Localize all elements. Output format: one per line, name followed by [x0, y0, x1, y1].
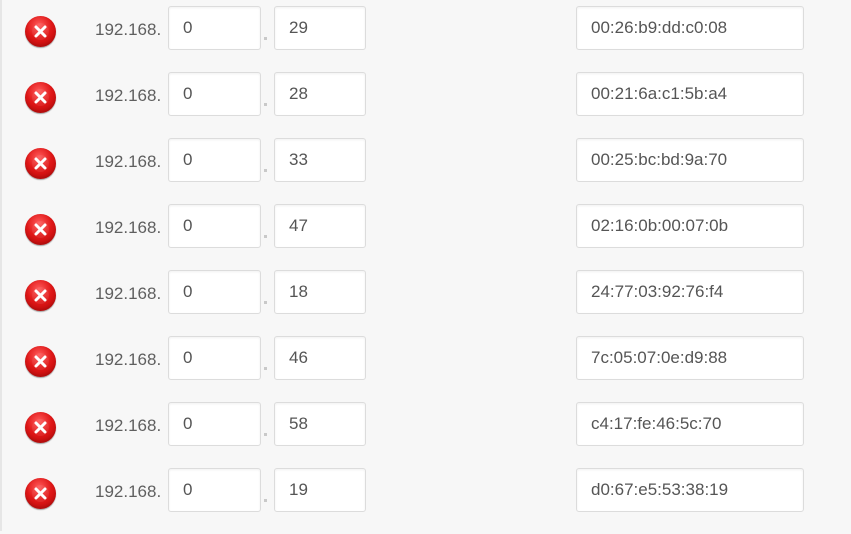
ip-octet4-input[interactable]	[274, 336, 366, 380]
reservation-row: 192.168.	[0, 336, 851, 402]
reservation-row: 192.168.	[0, 204, 851, 270]
ip-separator-dot	[264, 37, 267, 40]
ip-prefix-label: 192.168.	[95, 416, 162, 435]
ip-separator-dot	[264, 433, 267, 436]
ip-prefix-label: 192.168.	[95, 482, 162, 501]
ip-octet4-input[interactable]	[274, 6, 366, 50]
delete-reservation-button[interactable]	[25, 280, 56, 311]
delete-reservation-button[interactable]	[25, 148, 56, 179]
mac-address-input[interactable]	[576, 204, 804, 248]
reservation-row: 192.168.	[0, 72, 851, 138]
ip-octet3-input[interactable]	[168, 6, 261, 50]
dhcp-reservation-list: 192.168. 192.168. 192.168. 192.168.	[0, 6, 851, 534]
mac-address-input[interactable]	[576, 270, 804, 314]
delete-reservation-button[interactable]	[25, 346, 56, 377]
reservation-row: 192.168.	[0, 402, 851, 468]
delete-x-icon	[34, 487, 47, 500]
ip-separator-dot	[264, 169, 267, 172]
ip-prefix-label: 192.168.	[95, 20, 162, 39]
ip-prefix-label: 192.168.	[95, 86, 162, 105]
ip-octet4-input[interactable]	[274, 402, 366, 446]
mac-address-input[interactable]	[576, 138, 804, 182]
delete-x-icon	[34, 25, 47, 38]
ip-separator-dot	[264, 235, 267, 238]
ip-octet3-input[interactable]	[168, 270, 261, 314]
ip-octet3-input[interactable]	[168, 72, 261, 116]
reservation-row: 192.168.	[0, 468, 851, 534]
delete-reservation-button[interactable]	[25, 412, 56, 443]
mac-address-input[interactable]	[576, 72, 804, 116]
ip-octet3-input[interactable]	[168, 402, 261, 446]
ip-prefix-label: 192.168.	[95, 284, 162, 303]
mac-address-input[interactable]	[576, 336, 804, 380]
ip-octet3-input[interactable]	[168, 468, 261, 512]
delete-x-icon	[34, 421, 47, 434]
reservation-row: 192.168.	[0, 6, 851, 72]
delete-reservation-button[interactable]	[25, 16, 56, 47]
ip-separator-dot	[264, 499, 267, 502]
mac-address-input[interactable]	[576, 402, 804, 446]
ip-prefix-label: 192.168.	[95, 218, 162, 237]
delete-x-icon	[34, 157, 47, 170]
ip-octet3-input[interactable]	[168, 138, 261, 182]
delete-x-icon	[34, 289, 47, 302]
ip-octet4-input[interactable]	[274, 138, 366, 182]
mac-address-input[interactable]	[576, 6, 804, 50]
ip-octet4-input[interactable]	[274, 468, 366, 512]
ip-prefix-label: 192.168.	[95, 350, 162, 369]
reservation-row: 192.168.	[0, 138, 851, 204]
ip-separator-dot	[264, 103, 267, 106]
delete-reservation-button[interactable]	[25, 82, 56, 113]
reservation-row: 192.168.	[0, 270, 851, 336]
ip-octet4-input[interactable]	[274, 270, 366, 314]
ip-octet4-input[interactable]	[274, 204, 366, 248]
ip-separator-dot	[264, 367, 267, 370]
ip-prefix-label: 192.168.	[95, 152, 162, 171]
mac-address-input[interactable]	[576, 468, 804, 512]
delete-x-icon	[34, 355, 47, 368]
ip-octet4-input[interactable]	[274, 72, 366, 116]
delete-x-icon	[34, 223, 47, 236]
ip-octet3-input[interactable]	[168, 204, 261, 248]
ip-octet3-input[interactable]	[168, 336, 261, 380]
delete-x-icon	[34, 91, 47, 104]
delete-reservation-button[interactable]	[25, 214, 56, 245]
ip-separator-dot	[264, 301, 267, 304]
delete-reservation-button[interactable]	[25, 478, 56, 509]
